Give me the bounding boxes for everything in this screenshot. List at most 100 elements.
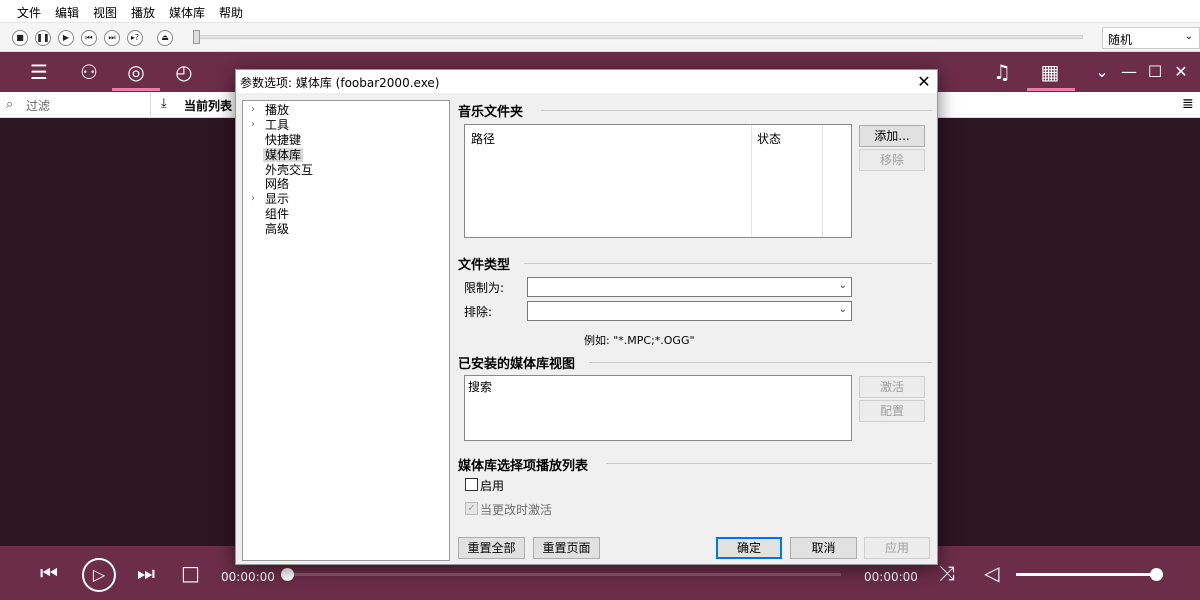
activate-on-change-checkbox[interactable]: ✓ — [465, 502, 478, 515]
prev-icon[interactable]: ⏮ — [81, 30, 97, 46]
selection-playlist-title: 媒体库选择项播放列表 — [458, 459, 589, 474]
column-divider — [822, 125, 823, 237]
expand-arrow-icon[interactable]: › — [251, 104, 255, 115]
restrict-label: 限制为: — [464, 281, 505, 295]
file-types-title: 文件类型 — [458, 258, 511, 273]
apply-button[interactable]: 应用 — [864, 537, 930, 559]
playback-order-select[interactable]: 随机 ⌄ — [1102, 27, 1200, 49]
chevron-down-icon: ⌄ — [838, 304, 847, 315]
close-icon[interactable]: ✕ — [1169, 60, 1193, 84]
minimize-icon[interactable]: — — [1117, 60, 1141, 84]
next-icon[interactable]: ⏭ — [104, 30, 120, 46]
next-track-icon[interactable]: ⏭ — [137, 561, 155, 585]
divider — [541, 110, 932, 111]
ok-button[interactable]: 确定 — [716, 537, 782, 559]
active-tab-indicator — [112, 88, 160, 91]
volume-track[interactable] — [1016, 573, 1156, 576]
tree-item-advanced[interactable]: 高级 — [265, 222, 289, 236]
menu-library[interactable]: 媒体库 — [169, 4, 205, 21]
list-item[interactable]: 搜索 — [468, 378, 492, 395]
download-icon: ⤓ — [161, 96, 167, 111]
seekbar-handle[interactable] — [193, 30, 200, 44]
divider — [606, 463, 932, 464]
tree-item-playback[interactable]: 播放 — [265, 103, 289, 117]
example-hint: 例如: "*.MPC;*.OGG" — [584, 334, 695, 347]
reset-page-button[interactable]: 重置页面 — [533, 537, 600, 559]
cancel-button[interactable]: 取消 — [790, 537, 857, 559]
tree-item-shell[interactable]: 外壳交互 — [265, 163, 313, 177]
activate-on-change-label: 当更改时激活 — [480, 503, 553, 517]
tree-item-shortcuts[interactable]: 快捷键 — [265, 133, 301, 147]
open-icon[interactable]: ⏏ — [157, 30, 173, 46]
column-divider — [751, 125, 752, 237]
exclude-combo[interactable]: ⌄ — [527, 301, 852, 321]
previous-track-icon[interactable]: ⏮ — [40, 561, 58, 585]
reset-all-button[interactable]: 重置全部 — [458, 537, 525, 559]
divider — [589, 362, 932, 363]
dialog-title: 参数选项: 媒体库 (foobar2000.exe) — [240, 76, 440, 90]
preferences-tree: › 播放 › 工具 快捷键 媒体库 外壳交互 网络 › 显示 组件 高级 — [242, 100, 450, 561]
playback-order-value: 随机 — [1108, 33, 1133, 47]
active-tab-indicator-right — [1027, 88, 1075, 91]
random-icon[interactable]: ▸? — [127, 30, 143, 46]
close-icon[interactable]: ✕ — [914, 72, 934, 91]
menu-lines-icon[interactable]: ≣ — [1182, 96, 1194, 112]
divider — [150, 92, 151, 118]
maximize-icon[interactable]: ☐ — [1143, 60, 1167, 84]
stop-icon[interactable]: ■ — [12, 30, 28, 46]
enable-label: 启用 — [480, 479, 505, 493]
chevron-down-icon[interactable]: ⌄ — [1090, 60, 1114, 84]
seekbar[interactable] — [199, 35, 1083, 39]
music-folders-list[interactable]: 路径 状态 — [464, 124, 852, 238]
divider — [524, 263, 932, 264]
exclude-label: 排除: — [464, 305, 493, 319]
search-icon: ⌕ — [6, 97, 14, 112]
stop-button-icon[interactable]: □ — [181, 561, 200, 585]
library-views-list[interactable]: 搜索 — [464, 375, 852, 441]
dialog-titlebar: 参数选项: 媒体库 (foobar2000.exe) ✕ — [236, 70, 937, 93]
tree-item-network[interactable]: 网络 — [265, 177, 289, 191]
volume-icon[interactable]: ◁ — [984, 561, 999, 585]
menu-file[interactable]: 文件 — [17, 4, 41, 21]
expand-arrow-icon[interactable]: › — [251, 193, 255, 204]
tree-item-components[interactable]: 组件 — [265, 207, 289, 221]
tree-item-tools[interactable]: 工具 — [265, 118, 289, 132]
menu-view[interactable]: 视图 — [93, 4, 117, 21]
volume-handle[interactable] — [1150, 568, 1163, 581]
music-folders-title: 音乐文件夹 — [458, 105, 524, 120]
configure-button[interactable]: 配置 — [859, 400, 925, 422]
total-time: 00:00:00 — [864, 570, 918, 584]
play-icon[interactable]: ▶ — [58, 30, 74, 46]
tree-item-display[interactable]: 显示 — [265, 192, 289, 206]
restrict-combo[interactable]: ⌄ — [527, 277, 852, 297]
preferences-dialog: 参数选项: 媒体库 (foobar2000.exe) ✕ › 播放 › 工具 快… — [235, 69, 938, 565]
current-playlist-tab[interactable]: 当前列表 — [184, 97, 232, 114]
elapsed-time: 00:00:00 — [221, 570, 275, 584]
activate-button[interactable]: 激活 — [859, 376, 925, 398]
menu-playback[interactable]: 播放 — [131, 4, 155, 21]
gauge-icon[interactable]: ◴ — [172, 60, 196, 84]
menu-bar: 文件 编辑 视图 播放 媒体库 帮助 — [0, 0, 1200, 23]
column-header-path[interactable]: 路径 — [471, 130, 495, 147]
library-views-title: 已安装的媒体库视图 — [458, 357, 576, 372]
chevron-down-icon: ⌄ — [1184, 31, 1193, 42]
play-button-icon[interactable]: ▷ — [82, 558, 116, 592]
progress-track[interactable] — [286, 573, 841, 576]
music-note-icon[interactable]: ♫ — [990, 60, 1014, 84]
enable-checkbox[interactable] — [465, 478, 478, 491]
disc-icon[interactable]: ◎ — [124, 60, 148, 84]
menu-help[interactable]: 帮助 — [219, 4, 243, 21]
shuffle-icon[interactable]: ⤨ — [939, 561, 955, 585]
user-icon[interactable]: ⚇ — [77, 60, 101, 84]
menu-edit[interactable]: 编辑 — [55, 4, 79, 21]
remove-folder-button[interactable]: 移除 — [859, 149, 925, 171]
add-folder-button[interactable]: 添加... — [859, 125, 925, 147]
pause-icon[interactable]: ❚❚ — [35, 30, 51, 46]
tree-item-library[interactable]: 媒体库 — [263, 148, 304, 162]
expand-arrow-icon[interactable]: › — [251, 119, 255, 130]
progress-handle[interactable] — [281, 568, 294, 581]
column-header-status[interactable]: 状态 — [757, 130, 781, 147]
filter-input[interactable]: 过滤 — [26, 97, 50, 114]
list-icon[interactable]: ☰ — [27, 60, 51, 84]
calendar-icon[interactable]: ▦ — [1038, 60, 1062, 84]
